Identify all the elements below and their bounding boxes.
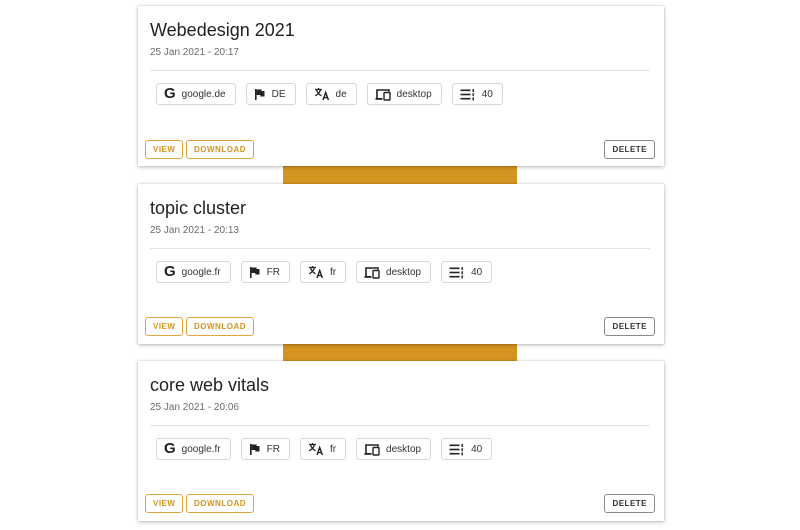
report-card: core web vitals 25 Jan 2021 - 20:06 G go… bbox=[138, 361, 664, 521]
divider bbox=[150, 248, 650, 249]
view-button[interactable]: VIEW bbox=[145, 494, 184, 513]
engine-chip: G google.fr bbox=[156, 261, 231, 283]
results-label: 40 bbox=[481, 88, 493, 100]
device-label: desktop bbox=[386, 266, 422, 278]
card-connector-bar bbox=[283, 165, 517, 185]
devices-icon bbox=[364, 442, 380, 456]
report-card: Webedesign 2021 25 Jan 2021 - 20:17 G go… bbox=[138, 6, 664, 166]
language-label: de bbox=[335, 88, 347, 100]
google-icon: G bbox=[164, 440, 176, 457]
delete-button[interactable]: DELETE bbox=[604, 317, 655, 336]
google-icon: G bbox=[164, 263, 176, 280]
card-title: topic cluster bbox=[150, 198, 247, 218]
chip-row: G google.de DE de desktop 40 bbox=[156, 83, 503, 105]
engine-chip: G google.fr bbox=[156, 438, 231, 460]
download-button[interactable]: DOWNLOAD bbox=[186, 494, 254, 513]
results-label: 40 bbox=[471, 266, 483, 278]
flag-icon bbox=[249, 442, 261, 456]
card-date: 25 Jan 2021 - 20:17 bbox=[150, 47, 239, 58]
translate-icon bbox=[308, 442, 324, 456]
results-label: 40 bbox=[471, 443, 483, 455]
country-label: FR bbox=[266, 443, 280, 455]
view-button[interactable]: VIEW bbox=[145, 140, 184, 159]
device-chip: desktop bbox=[356, 438, 432, 460]
language-label: fr bbox=[329, 266, 337, 278]
results-chip: 40 bbox=[451, 83, 503, 105]
divider bbox=[150, 425, 650, 426]
delete-button[interactable]: DELETE bbox=[604, 494, 655, 513]
view-button[interactable]: VIEW bbox=[145, 317, 184, 336]
divider bbox=[150, 70, 650, 71]
translate-icon bbox=[314, 87, 330, 101]
results-chip: 40 bbox=[441, 438, 493, 460]
chip-row: G google.fr FR fr desktop 40 bbox=[156, 438, 493, 460]
engine-chip: G google.de bbox=[156, 83, 236, 105]
device-label: desktop bbox=[386, 443, 422, 455]
results-chip: 40 bbox=[441, 261, 493, 283]
country-chip: DE bbox=[245, 83, 296, 105]
list-count-icon bbox=[449, 265, 465, 279]
engine-label: google.fr bbox=[181, 443, 221, 455]
device-label: desktop bbox=[396, 88, 432, 100]
google-icon: G bbox=[164, 85, 176, 102]
card-title: Webedesign 2021 bbox=[150, 20, 295, 40]
card-date: 25 Jan 2021 - 20:13 bbox=[150, 225, 239, 236]
language-chip: fr bbox=[299, 438, 347, 460]
language-label: fr bbox=[329, 443, 337, 455]
devices-icon bbox=[364, 265, 380, 279]
list-count-icon bbox=[460, 87, 476, 101]
chip-row: G google.fr FR fr desktop 40 bbox=[156, 261, 493, 283]
flag-icon bbox=[254, 87, 266, 101]
download-button[interactable]: DOWNLOAD bbox=[186, 140, 254, 159]
device-chip: desktop bbox=[366, 83, 442, 105]
country-label: DE bbox=[271, 88, 286, 100]
list-count-icon bbox=[449, 442, 465, 456]
download-button[interactable]: DOWNLOAD bbox=[186, 317, 254, 336]
country-label: FR bbox=[266, 266, 280, 278]
language-chip: fr bbox=[299, 261, 347, 283]
devices-icon bbox=[375, 87, 391, 101]
card-date: 25 Jan 2021 - 20:06 bbox=[150, 402, 239, 413]
engine-label: google.de bbox=[181, 88, 226, 100]
translate-icon bbox=[308, 265, 324, 279]
language-chip: de bbox=[305, 83, 357, 105]
delete-button[interactable]: DELETE bbox=[604, 140, 655, 159]
device-chip: desktop bbox=[356, 261, 432, 283]
country-chip: FR bbox=[240, 438, 290, 460]
report-card: topic cluster 25 Jan 2021 - 20:13 G goog… bbox=[138, 184, 664, 344]
engine-label: google.fr bbox=[181, 266, 221, 278]
card-title: core web vitals bbox=[150, 375, 270, 395]
card-connector-bar bbox=[283, 342, 517, 362]
country-chip: FR bbox=[240, 261, 290, 283]
flag-icon bbox=[249, 265, 261, 279]
